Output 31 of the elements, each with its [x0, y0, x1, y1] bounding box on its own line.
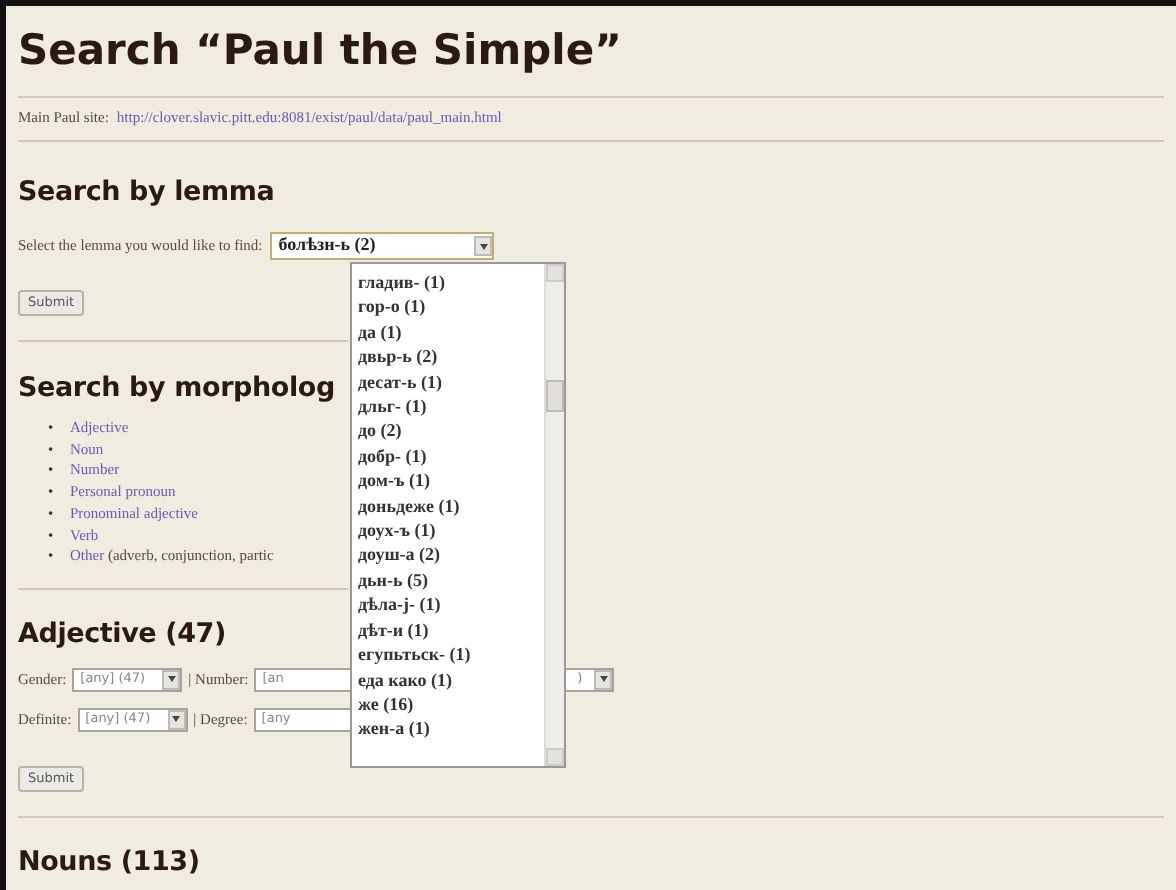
section-heading: Nouns (113) [18, 843, 200, 882]
dropdown-option[interactable]: доуш-а (2) [352, 542, 542, 568]
dropdown-option[interactable]: егупьтьск- (1) [352, 642, 542, 667]
dropdown-option[interactable]: гладив- (1) [352, 270, 542, 295]
section-heading: Search by lemma [18, 174, 275, 212]
scrollbar[interactable] [544, 264, 564, 766]
caret-icon [172, 716, 181, 723]
dropdown-option[interactable]: же (16) [352, 691, 542, 717]
dropdown-field[interactable]: болѣзн-ь (2) [270, 232, 495, 260]
dropdown-option[interactable]: да (1) [352, 319, 542, 345]
dropdown-option[interactable]: дѣла-j- (1) [352, 592, 542, 618]
caret-icon [167, 676, 176, 683]
section-heading: Adjective (47) [18, 615, 226, 654]
dropdown-option[interactable]: дом-ъ (1) [352, 468, 542, 494]
dropdown-option[interactable]: до (2) [352, 418, 542, 444]
dropdown-option[interactable]: еда како (1) [352, 667, 542, 692]
dropdown-option[interactable]: дьн-ь (5) [352, 567, 542, 593]
dropdown-option[interactable]: дльг- (1) [352, 394, 542, 419]
dropdown-option[interactable]: дѣт-и (1) [352, 617, 542, 643]
caret-icon [479, 243, 488, 249]
caret-icon [599, 676, 608, 683]
dropdown-option[interactable]: десат-ь (1) [352, 369, 542, 395]
section-heading: Search by morpholog [18, 370, 335, 408]
dropdown-option[interactable]: жен-а (1) [352, 716, 542, 742]
dropdown-option[interactable]: гор-о (1) [352, 294, 542, 320]
dropdown-option[interactable]: добр- (1) [352, 443, 542, 469]
dropdown-option[interactable]: доух-ъ (1) [352, 518, 542, 543]
dropdown-option[interactable]: двьр-ь (2) [352, 344, 542, 370]
page-title: Search “Paul the Simple” [18, 24, 622, 76]
dropdown-list[interactable] [350, 262, 566, 768]
dropdown-option[interactable]: доньдеже (1) [352, 493, 542, 519]
